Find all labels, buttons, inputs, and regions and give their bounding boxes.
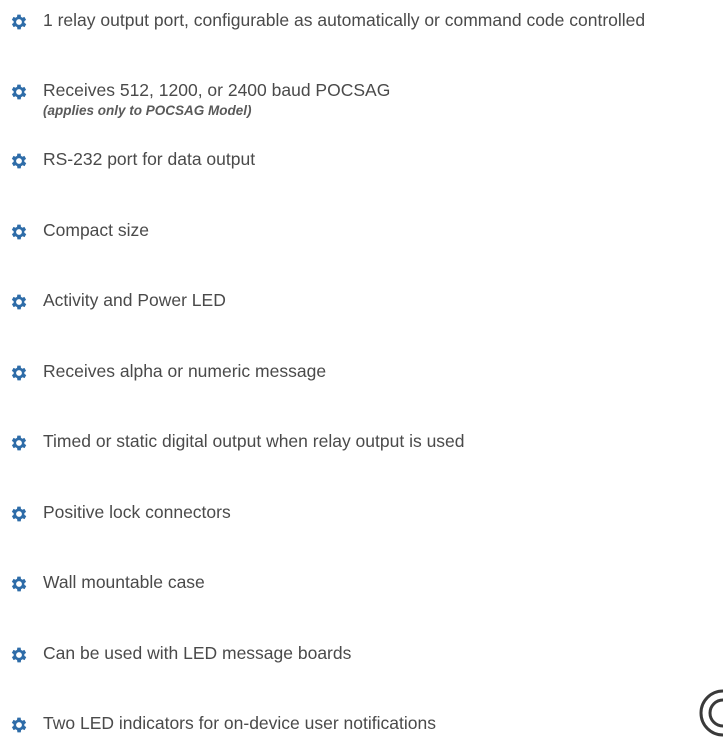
gear-icon (9, 222, 29, 242)
gear-icon (9, 292, 29, 312)
gear-icon (9, 363, 29, 383)
feature-label: Compact size (43, 220, 150, 240)
gear-icon (9, 645, 29, 665)
feature-label: Wall mountable case (43, 572, 205, 592)
gear-icon (9, 504, 29, 524)
feature-label: Can be used with LED message boards (43, 643, 352, 663)
gear-icon (9, 574, 29, 594)
feature-note: (applies only to POCSAG Model) (43, 103, 252, 118)
feature-text: Receives 512, 1200, or 2400 baud POCSAG … (43, 79, 723, 120)
feature-label: Two LED indicators for on-device user no… (43, 713, 436, 733)
gear-icon (9, 12, 29, 32)
feature-text: Receives alpha or numeric message (43, 360, 723, 383)
gear-icon (9, 715, 29, 735)
feature-text: Can be used with LED message boards (43, 642, 723, 665)
gear-icon (9, 151, 29, 171)
feature-text: Wall mountable case (43, 571, 723, 594)
feature-label: Timed or static digital output when rela… (43, 431, 465, 451)
feature-text: Two LED indicators for on-device user no… (43, 712, 723, 735)
feature-label: Activity and Power LED (43, 290, 226, 310)
feature-text: 1 relay output port, configurable as aut… (43, 9, 723, 32)
feature-text: Positive lock connectors (43, 501, 723, 524)
gear-icon (9, 433, 29, 453)
gear-icon (9, 82, 29, 102)
feature-label: RS-232 port for data output (43, 149, 256, 169)
feature-text: Activity and Power LED (43, 289, 723, 312)
feature-label: Positive lock connectors (43, 502, 231, 522)
feature-text: Timed or static digital output when rela… (43, 430, 723, 453)
feature-text: Compact size (43, 219, 723, 242)
feature-label: Receives 512, 1200, or 2400 baud POCSAG (43, 80, 391, 100)
feature-label: Receives alpha or numeric message (43, 361, 327, 381)
feature-label: 1 relay output port, configurable as aut… (43, 10, 646, 30)
circle-logo-icon (698, 688, 723, 738)
feature-text: RS-232 port for data output (43, 148, 723, 171)
